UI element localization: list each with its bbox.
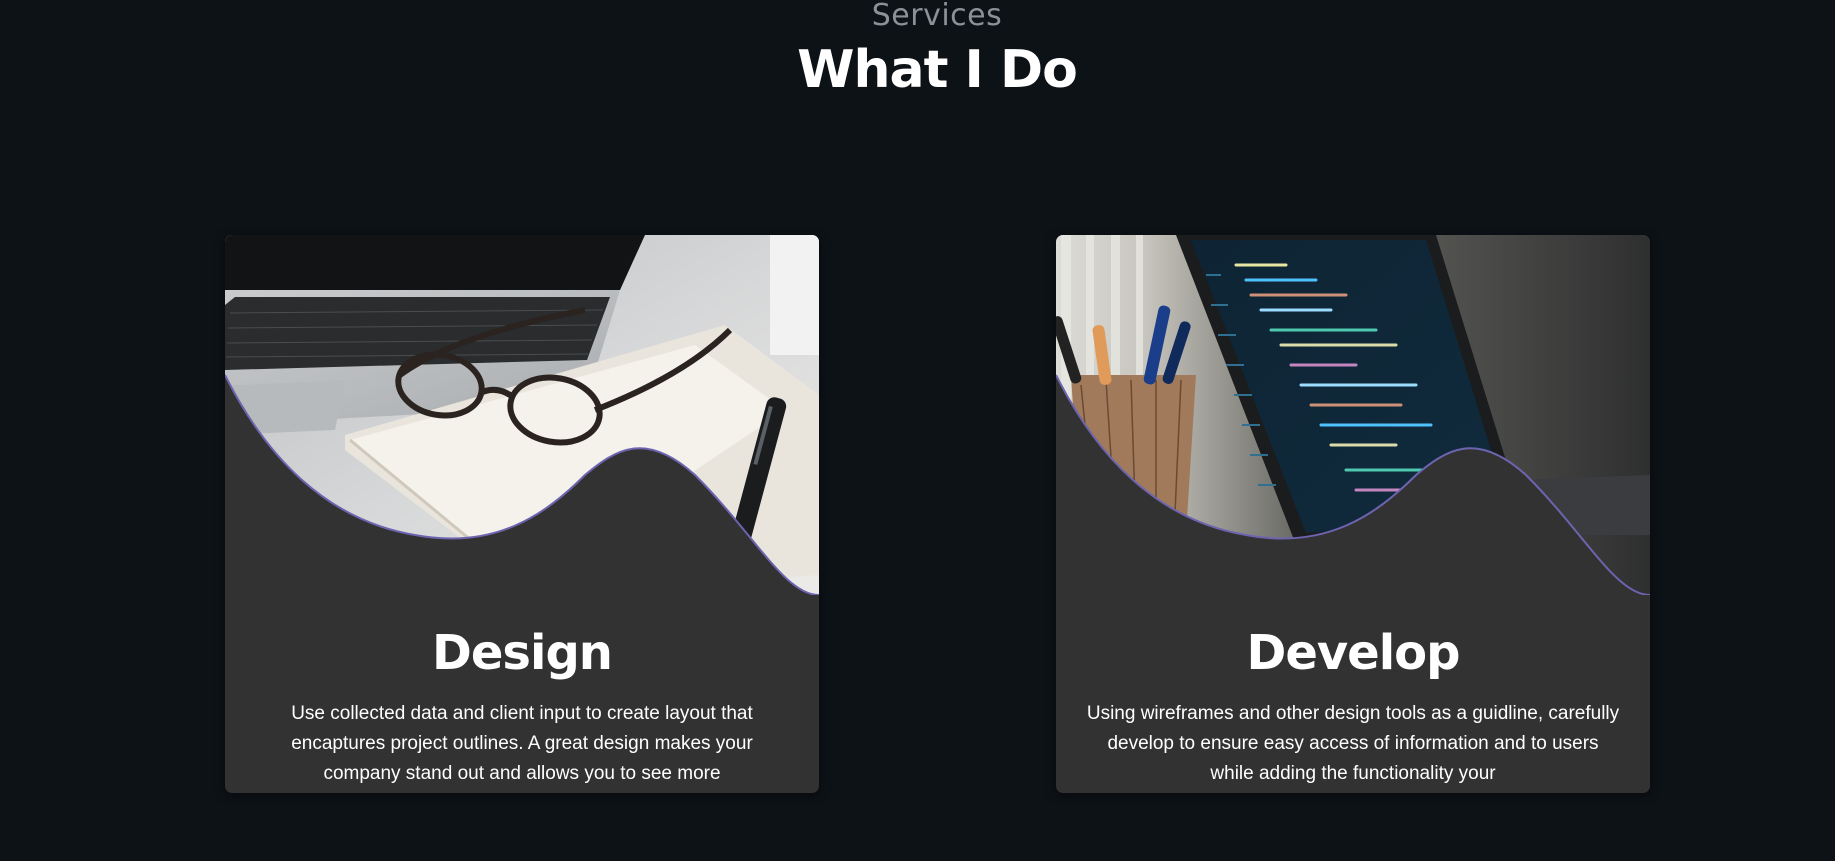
section-title: What I Do [797,40,1078,100]
card-description: Using wireframes and other design tools … [1086,703,1620,784]
develop-photo [1056,235,1650,595]
card-title: Design [432,625,613,681]
design-card[interactable]: Design Use collected data and client inp… [225,235,819,793]
develop-card[interactable]: Develop Using wireframes and other desig… [1056,235,1650,793]
section-eyebrow: Services [871,0,1003,33]
design-photo [225,235,819,595]
card-title: Develop [1246,625,1460,681]
services-section: Services What I Do Design Use collected … [0,0,1835,861]
card-description: Use collected data and client input to c… [291,703,753,784]
